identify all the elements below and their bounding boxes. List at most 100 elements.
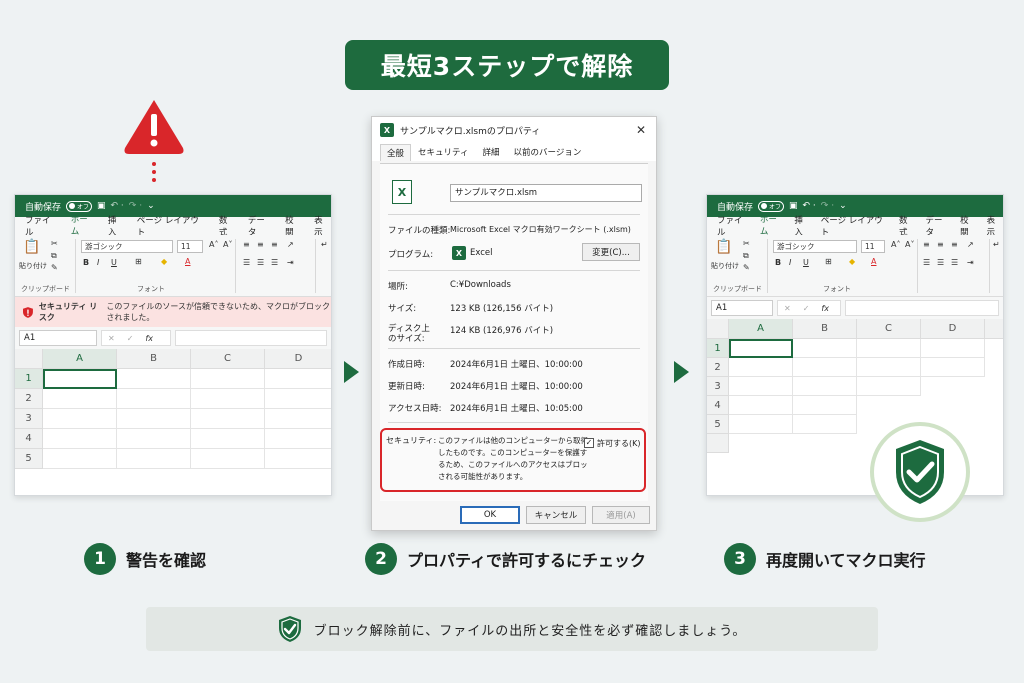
align-top-icon[interactable]: ≡: [923, 240, 930, 249]
cell[interactable]: [117, 409, 191, 429]
cell[interactable]: [793, 358, 857, 377]
cell[interactable]: [265, 369, 331, 389]
redo-icon[interactable]: ↷ ·: [129, 201, 142, 211]
function-icon[interactable]: fx: [821, 304, 829, 313]
increase-font-icon[interactable]: A˄: [209, 240, 218, 249]
name-box[interactable]: A1: [711, 300, 773, 316]
decrease-font-icon[interactable]: A˅: [223, 240, 232, 249]
row-header[interactable]: 1: [15, 369, 43, 389]
bold-button[interactable]: B: [775, 258, 781, 267]
column-header[interactable]: D: [265, 349, 331, 369]
wrap-text-icon[interactable]: ↵: [321, 240, 328, 249]
allow-checkbox-label[interactable]: 許可する(K): [597, 438, 641, 449]
column-header[interactable]: C: [191, 349, 265, 369]
cut-icon[interactable]: ✂: [51, 239, 58, 248]
row-header[interactable]: 5: [707, 415, 729, 434]
cell[interactable]: [43, 449, 117, 469]
cell[interactable]: [921, 339, 985, 358]
cell[interactable]: [191, 389, 265, 409]
align-middle-icon[interactable]: ≡: [937, 240, 944, 249]
autosave-toggle[interactable]: オフ: [758, 200, 785, 212]
cell[interactable]: [729, 377, 793, 396]
cell[interactable]: [191, 449, 265, 469]
align-top-icon[interactable]: ≡: [243, 240, 250, 249]
active-cell[interactable]: [43, 369, 117, 389]
format-painter-icon[interactable]: ✎: [51, 263, 58, 272]
cell[interactable]: [265, 429, 331, 449]
apply-button[interactable]: 適用(A): [592, 506, 650, 524]
cell[interactable]: [43, 409, 117, 429]
row-header[interactable]: 3: [707, 377, 729, 396]
cell[interactable]: [265, 449, 331, 469]
copy-icon[interactable]: ⧉: [51, 251, 57, 261]
cell[interactable]: [265, 389, 331, 409]
fill-color-icon[interactable]: ◆: [161, 257, 167, 266]
cell[interactable]: [43, 389, 117, 409]
borders-icon[interactable]: ⊞: [135, 257, 142, 266]
active-cell[interactable]: [729, 339, 793, 358]
align-left-icon[interactable]: ☰: [923, 258, 930, 267]
function-icon[interactable]: fx: [145, 334, 153, 343]
close-icon[interactable]: ✕: [636, 123, 646, 137]
underline-button[interactable]: U: [111, 258, 117, 267]
tab-security[interactable]: セキュリティ: [411, 143, 476, 161]
align-middle-icon[interactable]: ≡: [257, 240, 264, 249]
save-icon[interactable]: ▣: [789, 201, 798, 211]
column-header[interactable]: D: [921, 319, 985, 339]
column-header[interactable]: [985, 319, 1003, 339]
fill-color-icon[interactable]: ◆: [849, 257, 855, 266]
row-header[interactable]: 2: [707, 358, 729, 377]
cell[interactable]: [117, 429, 191, 449]
select-all-corner[interactable]: [707, 319, 729, 339]
italic-button[interactable]: I: [97, 258, 99, 267]
name-box[interactable]: A1: [19, 330, 97, 346]
cell[interactable]: [857, 377, 921, 396]
change-program-button[interactable]: 変更(C)...: [582, 243, 640, 261]
indent-icon[interactable]: ⇥: [967, 258, 974, 267]
cell[interactable]: [729, 415, 793, 434]
font-name-box[interactable]: 游ゴシック: [81, 240, 173, 253]
cell[interactable]: [793, 377, 857, 396]
increase-font-icon[interactable]: A˄: [891, 240, 900, 249]
customize-toolbar-icon[interactable]: ⌄: [147, 201, 155, 211]
cell[interactable]: [265, 409, 331, 429]
undo-icon[interactable]: ↶ ·: [111, 201, 124, 211]
bold-button[interactable]: B: [83, 258, 89, 267]
align-bottom-icon[interactable]: ≡: [951, 240, 958, 249]
customize-toolbar-icon[interactable]: ⌄: [839, 201, 847, 211]
align-center-icon[interactable]: ☰: [937, 258, 944, 267]
cell[interactable]: [857, 339, 921, 358]
cancel-icon[interactable]: ✕: [784, 304, 791, 313]
indent-icon[interactable]: ⇥: [287, 258, 294, 267]
cell[interactable]: [793, 396, 857, 415]
underline-button[interactable]: U: [803, 258, 809, 267]
cell[interactable]: [117, 389, 191, 409]
orientation-icon[interactable]: ↗: [967, 240, 974, 249]
cell[interactable]: [191, 429, 265, 449]
paste-label[interactable]: 貼り付け: [19, 261, 47, 271]
font-color-icon[interactable]: A: [185, 257, 190, 266]
undo-icon[interactable]: ↶ ·: [803, 201, 816, 211]
column-header[interactable]: A: [729, 319, 793, 339]
cancel-button[interactable]: キャンセル: [526, 506, 586, 524]
format-painter-icon[interactable]: ✎: [743, 263, 750, 272]
tab-general[interactable]: 全般: [380, 144, 412, 161]
cancel-icon[interactable]: ✕: [108, 334, 115, 343]
cell[interactable]: [921, 358, 985, 377]
allow-checkbox[interactable]: ✓: [584, 438, 594, 448]
cell[interactable]: [43, 429, 117, 449]
align-right-icon[interactable]: ☰: [271, 258, 278, 267]
copy-icon[interactable]: ⧉: [743, 251, 749, 261]
cell[interactable]: [117, 369, 191, 389]
filename-field[interactable]: サンプルマクロ.xlsm: [450, 184, 642, 202]
cell[interactable]: [191, 369, 265, 389]
column-header[interactable]: A: [43, 349, 117, 369]
font-name-box[interactable]: 游ゴシック: [773, 240, 857, 253]
cell[interactable]: [857, 358, 921, 377]
tab-previous-versions[interactable]: 以前のバージョン: [507, 143, 589, 161]
column-header[interactable]: C: [857, 319, 921, 339]
autosave-toggle[interactable]: オフ: [66, 200, 93, 212]
cell[interactable]: [793, 415, 857, 434]
align-right-icon[interactable]: ☰: [951, 258, 958, 267]
align-bottom-icon[interactable]: ≡: [271, 240, 278, 249]
